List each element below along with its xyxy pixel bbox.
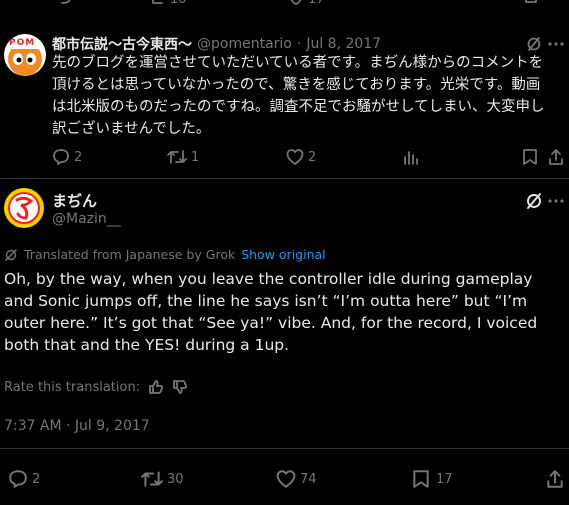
main-repost-button[interactable]: 30 (141, 469, 184, 489)
previous-tweet-actions: 10 17 (0, 0, 569, 6)
reply-text: 先のブログを運営させていただいている者です。まぢん様からのコメントを頂けるとは思… (52, 55, 545, 137)
reply-separator: · (296, 36, 302, 52)
thumbs-down-icon[interactable] (172, 379, 188, 395)
repost-icon (141, 471, 163, 487)
heart-icon (276, 470, 296, 488)
heart-icon (290, 0, 302, 5)
heart-icon (286, 149, 304, 165)
show-original-link[interactable]: Show original (241, 247, 325, 262)
reply-reply-count: 2 (74, 149, 83, 165)
main-timestamp[interactable]: 7:37 AM · Jul 9, 2017 (4, 418, 150, 434)
tweet-divider (0, 178, 569, 179)
repost-icon (167, 150, 187, 164)
reply-icon (9, 470, 27, 488)
main-more-options-icon[interactable] (548, 199, 564, 203)
main-bookmark-count: 17 (436, 471, 453, 487)
grok-icon[interactable] (526, 36, 542, 52)
rate-translation: Rate this translation: (4, 379, 188, 395)
main-reply-count: 2 (32, 471, 41, 487)
reply-like-count: 2 (308, 149, 317, 165)
bookmark-icon (413, 470, 429, 488)
main-avatar[interactable] (4, 188, 44, 228)
prev-repost-button[interactable]: 10 (150, 0, 187, 6)
main-like-count: 74 (300, 471, 317, 487)
reply-like-button[interactable]: 2 (286, 148, 316, 166)
main-repost-count: 30 (167, 471, 184, 487)
reply-author-name[interactable]: 都市伝説〜古今東西〜 (52, 34, 192, 54)
thumbs-up-icon[interactable] (148, 379, 164, 395)
more-options-icon[interactable] (548, 42, 564, 46)
reply-reply-button[interactable]: 2 (52, 148, 82, 166)
prev-like-count: 17 (308, 0, 325, 6)
main-reply-button[interactable]: 2 (8, 469, 40, 489)
translation-bar: Translated from Japanese by Grok Show or… (4, 247, 326, 262)
main-like-button[interactable]: 74 (276, 469, 317, 489)
grok-small-icon (5, 248, 17, 261)
main-author-name[interactable]: まぢん (52, 190, 97, 211)
reply-repost-button[interactable]: 1 (167, 148, 199, 166)
main-handle[interactable]: @Mazin__ (52, 211, 121, 227)
main-share-icon[interactable] (546, 469, 564, 489)
reply-share-icon[interactable] (548, 148, 564, 166)
main-divider (0, 448, 569, 449)
reply-avatar[interactable]: POM (4, 34, 46, 76)
repost-icon (152, 0, 163, 4)
reply-handle[interactable]: @pomentario (197, 36, 292, 52)
prev-like-button[interactable]: 17 (288, 0, 325, 6)
main-bookmark-button[interactable]: 17 (412, 469, 453, 489)
prev-bookmark-icon[interactable] (524, 0, 538, 4)
rate-label: Rate this translation: (4, 379, 141, 395)
main-grok-icon[interactable] (525, 192, 543, 210)
main-tweet-text: Oh, by the way, when you leave the contr… (4, 270, 538, 354)
reply-repost-count: 1 (191, 149, 200, 165)
reply-views-icon[interactable] (403, 149, 419, 165)
mazin-logo-icon (5, 189, 43, 227)
reply-header: 都市伝説〜古今東西〜 @pomentario · Jul 8, 2017 (52, 34, 381, 54)
reply-bookmark-icon[interactable] (522, 148, 538, 166)
reply-date[interactable]: Jul 8, 2017 (306, 36, 381, 52)
reply-icon (53, 149, 69, 165)
prev-repost-count: 10 (170, 0, 187, 6)
avatar-logo-text: POM (9, 38, 36, 48)
translation-label: Translated from Japanese by Grok (24, 247, 236, 262)
prev-reply-icon[interactable] (56, 0, 72, 6)
